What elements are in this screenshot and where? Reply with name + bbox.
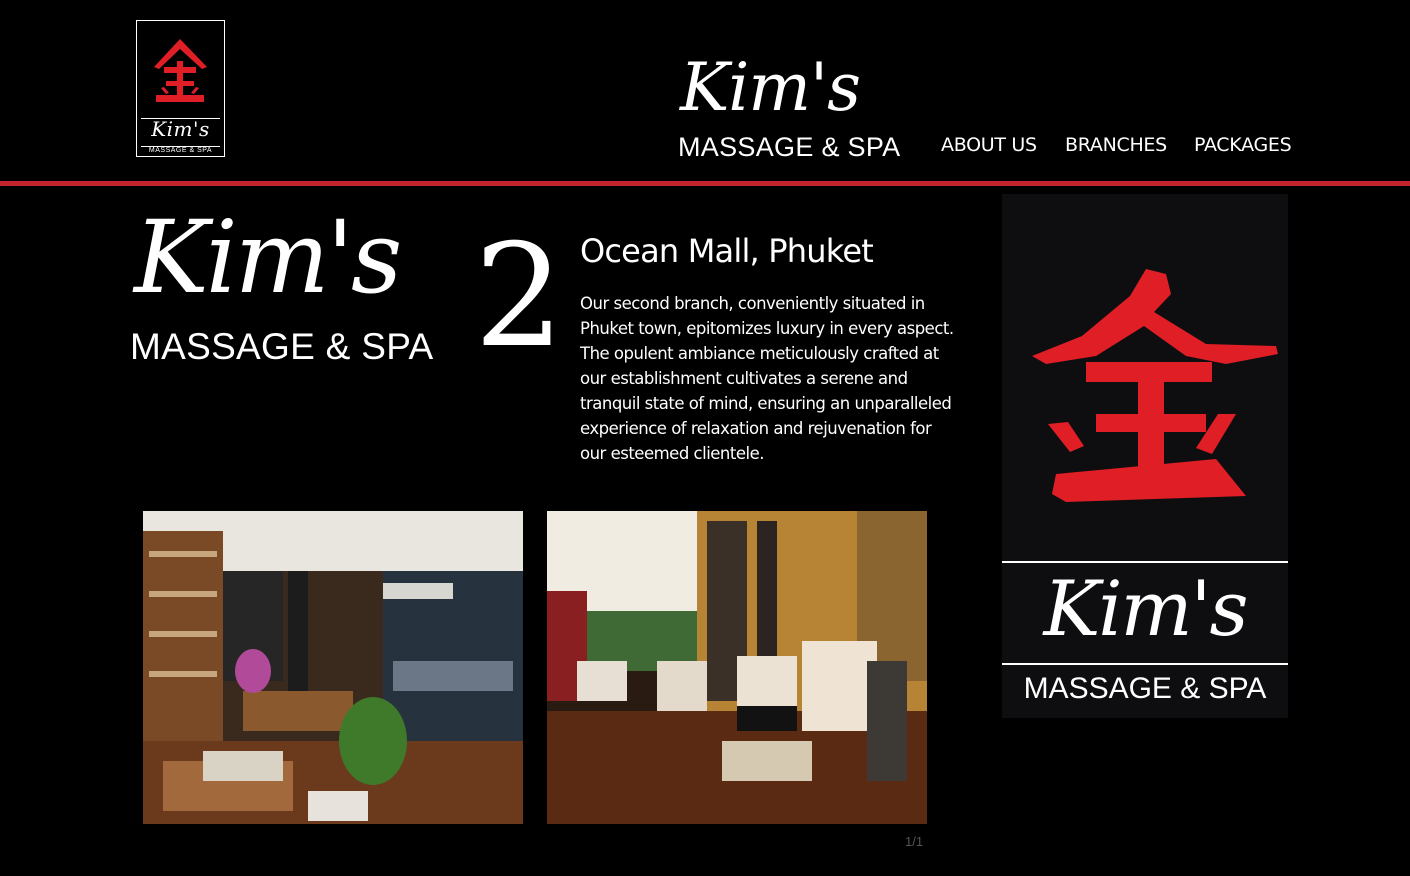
kanji-gold-icon [154,39,207,102]
branch-logo-name: Kim's [134,199,402,316]
branch-logo-subtitle: MASSAGE & SPA [130,326,434,367]
panel-brand-name: Kim's [1043,564,1248,653]
brand-subtitle: MASSAGE & SPA [678,132,901,162]
header-brand[interactable]: Kim's MASSAGE & SPA [676,48,916,168]
gallery-photo-reception[interactable] [143,511,523,824]
kanji-gold-icon [1032,269,1278,502]
branch-logo: Kim's MASSAGE & SPA 2 [126,200,566,375]
brand-name: Kim's [680,49,861,126]
nav-packages[interactable]: PACKAGES [1194,134,1292,156]
header-logo[interactable]: Kim's MASSAGE & SPA [136,20,225,157]
nav-branches[interactable]: BRANCHES [1065,134,1167,156]
gallery-counter: 1/1 [905,834,924,849]
branch-description: Our second branch, conveniently situated… [580,294,954,463]
panel-divider [1002,561,1288,563]
header-divider [0,181,1410,186]
gallery-photo-lounge[interactable] [547,511,927,824]
branch-title: Ocean Mall, Phuket [580,232,874,270]
nav-about-us[interactable]: ABOUT US [941,134,1037,156]
brand-panel: Kim's MASSAGE & SPA [1002,194,1288,718]
panel-divider [1002,663,1288,665]
branch-number: 2 [474,214,565,379]
logo-subtitle: MASSAGE & SPA [148,147,213,154]
logo-brand-name: Kim's [151,117,210,141]
panel-brand-subtitle: MASSAGE & SPA [1023,672,1267,705]
